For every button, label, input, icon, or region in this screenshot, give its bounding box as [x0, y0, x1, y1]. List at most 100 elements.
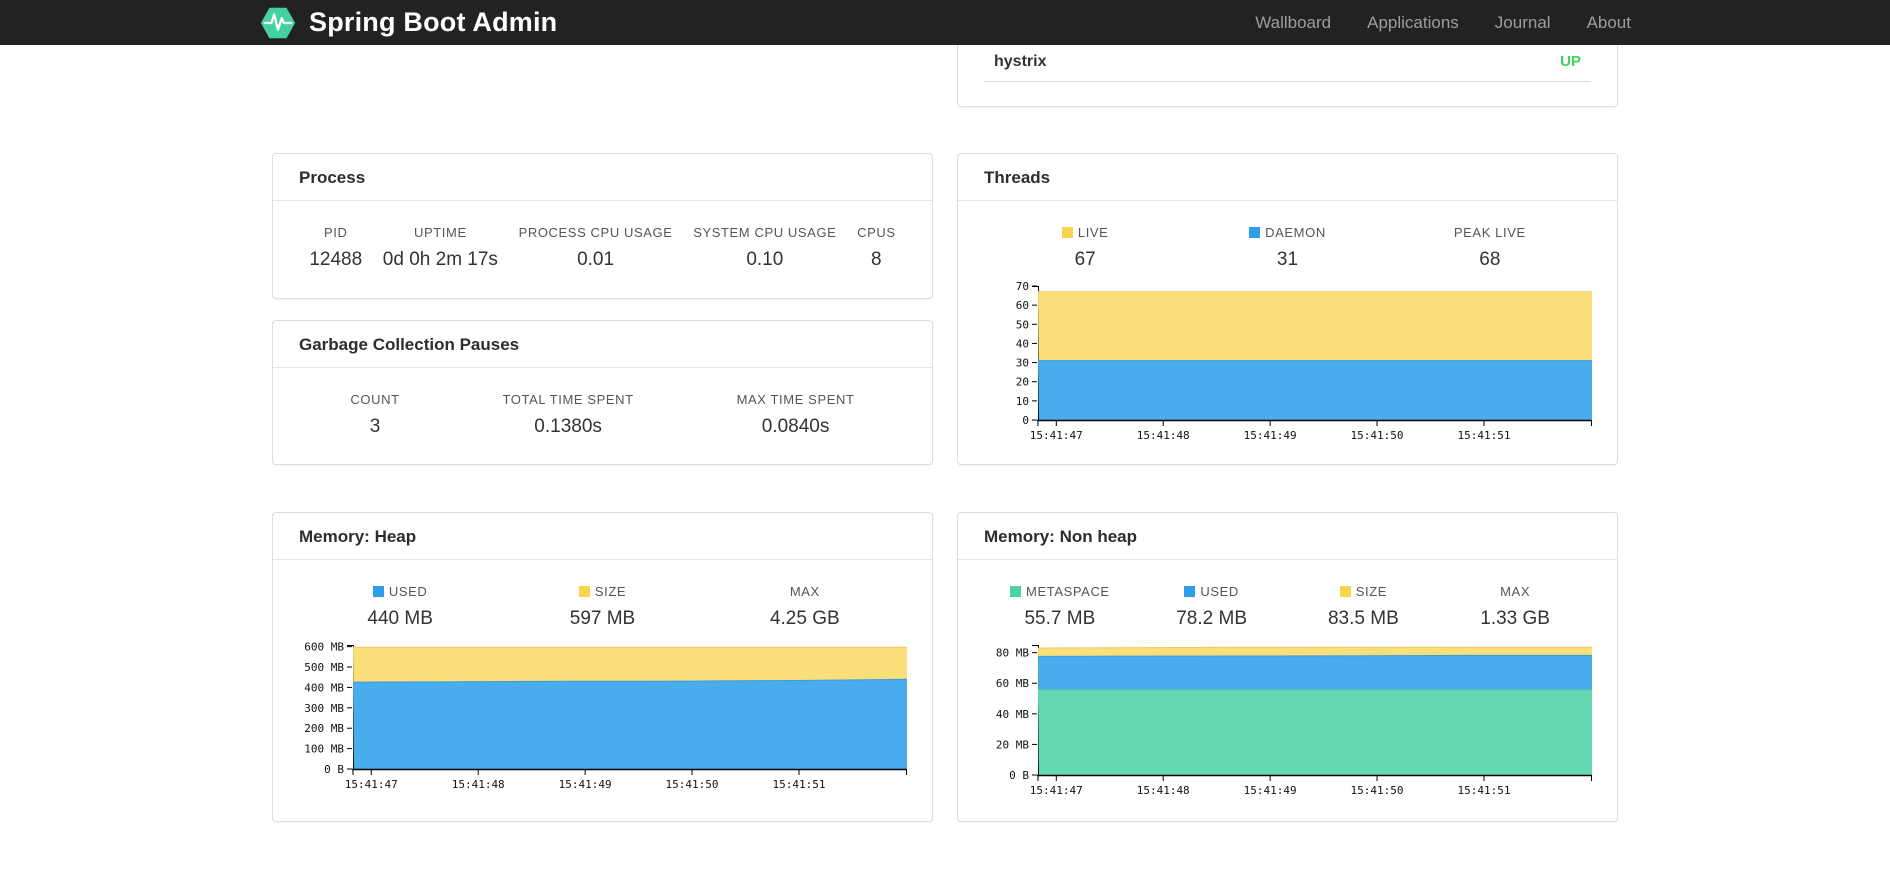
- stat-label: TOTAL TIME SPENT: [502, 392, 634, 407]
- stat-count: COUNT 3: [350, 392, 399, 438]
- stat-label: SYSTEM CPU USAGE: [693, 225, 837, 240]
- card-title: Garbage Collection Pauses: [273, 321, 932, 368]
- threads-chart: 15:41:47 15:41:48 15:41:49 15:41:50 15:41:51…: [984, 278, 1592, 455]
- svg-text:400 MB: 400 MB: [304, 681, 344, 694]
- legend-swatch: [1184, 586, 1196, 597]
- svg-text:200 MB: 200 MB: [304, 722, 344, 735]
- stat-label: CPUS: [857, 225, 896, 240]
- stat-used: USED 78.2 MB: [1136, 584, 1288, 630]
- nav-item-journal[interactable]: Journal: [1495, 13, 1551, 33]
- stat-value: 55.7 MB: [1024, 608, 1096, 629]
- card-title: Memory: Heap: [273, 513, 932, 560]
- status-badge: UP: [1560, 53, 1581, 70]
- svg-text:15:41:47: 15:41:47: [345, 778, 398, 791]
- stat-value: 0.01: [577, 249, 615, 270]
- svg-text:500 MB: 500 MB: [304, 661, 344, 674]
- svg-text:15:41:48: 15:41:48: [1137, 784, 1190, 797]
- svg-text:300 MB: 300 MB: [304, 702, 344, 715]
- svg-text:15:41:50: 15:41:50: [1351, 784, 1404, 797]
- stat-label: MAX: [789, 584, 820, 599]
- stat-used: USED 440 MB: [299, 584, 501, 630]
- stat-value: 597 MB: [569, 608, 636, 629]
- stat-value: 0.0840s: [761, 416, 830, 437]
- svg-text:0 B: 0 B: [1009, 769, 1029, 782]
- svg-text:15:41:51: 15:41:51: [772, 778, 825, 791]
- svg-text:50: 50: [1016, 318, 1029, 331]
- memory-heap-card: Memory: Heap USED 440 MB SIZE 597 MB MAX…: [272, 512, 933, 822]
- svg-text:15:41:50: 15:41:50: [666, 778, 719, 791]
- threads-stats: LIVE 67 DAEMON 31 PEAK LIVE 68: [984, 225, 1591, 271]
- stat-value: 4.25 GB: [769, 608, 840, 629]
- svg-text:40 MB: 40 MB: [996, 708, 1029, 721]
- top-navbar: Spring Boot Admin Wallboard Applications…: [0, 0, 1890, 45]
- stat-uptime: UPTIME 0d 0h 2m 17s: [383, 225, 498, 271]
- nav-item-wallboard[interactable]: Wallboard: [1255, 13, 1331, 33]
- svg-text:30: 30: [1016, 357, 1029, 370]
- stat-max: MAX 1.33 GB: [1439, 584, 1591, 630]
- stat-total-time-spent: TOTAL TIME SPENT 0.1380s: [503, 392, 634, 438]
- stat-label: UPTIME: [414, 225, 467, 240]
- stat-value: 3: [369, 416, 381, 437]
- stat-max: MAX 4.25 GB: [704, 584, 906, 630]
- stat-value: 0d 0h 2m 17s: [382, 249, 498, 270]
- stat-label: COUNT: [350, 392, 400, 407]
- health-card: hystrix UP: [957, 45, 1618, 107]
- legend-swatch: [372, 586, 384, 597]
- brand-link[interactable]: Spring Boot Admin: [259, 4, 557, 42]
- threads-card: Threads LIVE 67 DAEMON 31 PEAK LIVE 68 1…: [957, 153, 1618, 465]
- stat-label: LIVE: [1077, 225, 1109, 240]
- stat-value: 83.5 MB: [1327, 608, 1399, 629]
- svg-text:60: 60: [1016, 299, 1029, 312]
- svg-text:20: 20: [1016, 376, 1029, 389]
- stat-label: MAX: [1500, 584, 1531, 599]
- memory-nonheap-stats: METASPACE 55.7 MB USED 78.2 MB SIZE 83.5…: [984, 584, 1591, 630]
- svg-text:600 MB: 600 MB: [304, 641, 344, 654]
- svg-text:100 MB: 100 MB: [304, 743, 344, 756]
- svg-text:15:41:49: 15:41:49: [559, 778, 612, 791]
- stat-label: USED: [1200, 584, 1239, 599]
- stat-label: USED: [388, 584, 428, 599]
- stat-label: PEAK LIVE: [1453, 225, 1526, 240]
- svg-text:15:41:51: 15:41:51: [1457, 784, 1510, 797]
- legend-swatch: [1010, 586, 1022, 597]
- spring-boot-admin-logo-icon: [260, 7, 296, 38]
- svg-text:80 MB: 80 MB: [996, 647, 1029, 660]
- stat-peak-live: PEAK LIVE 68: [1389, 225, 1591, 271]
- stat-live: LIVE 67: [984, 225, 1186, 271]
- stat-value: 68: [1479, 249, 1501, 270]
- svg-text:15:41:49: 15:41:49: [1244, 429, 1297, 442]
- gc-stats: COUNT 3 TOTAL TIME SPENT 0.1380s MAX TIM…: [299, 392, 906, 438]
- divider: [984, 81, 1591, 82]
- stat-value: 78.2 MB: [1176, 608, 1247, 629]
- stat-value: 67: [1074, 249, 1096, 270]
- legend-swatch: [1061, 227, 1073, 238]
- svg-text:15:41:47: 15:41:47: [1030, 784, 1083, 797]
- health-row: hystrix UP: [958, 45, 1617, 71]
- svg-text:15:41:47: 15:41:47: [1030, 429, 1083, 442]
- stat-value: 0.10: [746, 249, 784, 270]
- stat-pid: PID 12488: [309, 225, 362, 271]
- svg-text:15:41:50: 15:41:50: [1351, 429, 1404, 442]
- svg-text:70: 70: [1016, 280, 1029, 293]
- svg-text:60 MB: 60 MB: [996, 677, 1029, 690]
- process-card: Process PID 12488 UPTIME 0d 0h 2m 17s PR…: [272, 153, 933, 299]
- process-stats: PID 12488 UPTIME 0d 0h 2m 17s PROCESS CP…: [299, 225, 906, 271]
- nav-item-applications[interactable]: Applications: [1367, 13, 1459, 33]
- legend-swatch: [1339, 586, 1351, 597]
- nav-item-about[interactable]: About: [1587, 13, 1631, 33]
- stat-label: MAX TIME SPENT: [736, 392, 855, 407]
- svg-text:15:41:51: 15:41:51: [1457, 429, 1510, 442]
- card-title: Process: [273, 154, 932, 201]
- card-title: Threads: [958, 154, 1617, 201]
- nav-links: Wallboard Applications Journal About: [1255, 13, 1631, 33]
- stat-label: SIZE: [594, 584, 627, 599]
- stat-label: PID: [323, 225, 348, 240]
- stat-value: 12488: [309, 249, 363, 270]
- svg-text:20 MB: 20 MB: [996, 738, 1029, 751]
- stat-value: 8: [871, 249, 882, 270]
- svg-text:10: 10: [1016, 395, 1029, 408]
- stat-label: METASPACE: [1026, 584, 1110, 599]
- stat-process-cpu-usage: PROCESS CPU USAGE 0.01: [519, 225, 673, 271]
- svg-text:0: 0: [1022, 414, 1029, 427]
- brand-title: Spring Boot Admin: [309, 7, 558, 37]
